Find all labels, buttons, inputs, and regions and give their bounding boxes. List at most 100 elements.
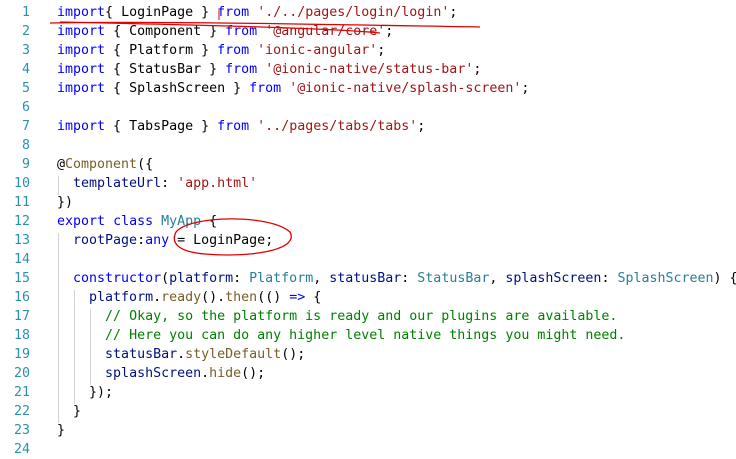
code-line[interactable]: 11}) xyxy=(0,193,736,212)
line-code: // Here you can do any higher level nati… xyxy=(57,326,625,345)
code-token: import xyxy=(57,62,106,77)
line-code: import { StatusBar } from '@ionic-native… xyxy=(57,60,481,79)
code-line[interactable]: 18 // Here you can do any higher level n… xyxy=(0,326,736,345)
code-token: ; xyxy=(385,24,394,39)
code-token: : xyxy=(137,233,146,248)
code-token: from xyxy=(217,43,250,58)
code-token: ready xyxy=(161,290,202,305)
code-token: any xyxy=(145,233,170,248)
code-line[interactable]: 8 xyxy=(0,136,736,155)
line-number: 11 xyxy=(13,195,30,210)
line-code: platform.ready().then(() => { xyxy=(57,288,321,307)
code-token: import xyxy=(57,81,106,96)
code-line[interactable]: 13 rootPage:any = LoginPage; xyxy=(0,231,736,250)
line-code: import { Component } from '@angular/core… xyxy=(57,22,393,41)
line-number: 15 xyxy=(13,271,30,286)
line-code: export class MyApp { xyxy=(57,212,217,231)
line-number: 8 xyxy=(21,138,30,153)
line-number: 17 xyxy=(13,309,30,324)
code-token: styleDefault xyxy=(185,347,282,362)
code-line[interactable]: 9 @Component({ xyxy=(0,155,736,174)
line-number: 16 xyxy=(13,290,30,305)
indent-guide xyxy=(58,176,59,195)
indent-guide xyxy=(74,290,75,404)
line-number: 12 xyxy=(13,214,30,229)
code-token: splashScreen xyxy=(105,366,202,381)
line-number: 19 xyxy=(13,347,30,362)
code-token: import xyxy=(57,24,106,39)
code-token: LoginPage xyxy=(121,5,194,20)
code-line[interactable]: 4 import { StatusBar } from '@ionic-nativ… xyxy=(0,60,736,79)
code-line[interactable]: 14 xyxy=(0,250,736,269)
code-token: . xyxy=(153,290,162,305)
code-line[interactable]: 19 statusBar.styleDefault(); xyxy=(0,345,736,364)
code-line[interactable]: 3 import { Platform } from 'ionic-angular… xyxy=(0,41,736,60)
line-code: import { Platform } from 'ionic-angular'… xyxy=(57,41,385,60)
code-line[interactable]: 17 // Okay, so the platform is ready and… xyxy=(0,307,736,326)
code-editor[interactable]: 1 import{ LoginPage } from './../pages/lo… xyxy=(0,0,736,457)
code-token: } xyxy=(57,404,82,419)
code-token: 'ionic-angular' xyxy=(257,43,378,58)
line-number: 6 xyxy=(21,100,30,115)
code-token: }) xyxy=(57,195,74,210)
code-token: (() xyxy=(257,290,290,305)
code-token: from xyxy=(217,119,250,134)
line-number: 7 xyxy=(21,119,30,134)
line-code: splashScreen.hide(); xyxy=(57,364,265,383)
line-code: rootPage:any = LoginPage; xyxy=(57,231,273,250)
code-token: { Platform } xyxy=(105,43,218,58)
code-line[interactable]: 12 export class MyApp { xyxy=(0,212,736,231)
code-token: SplashScreen xyxy=(617,271,714,286)
code-token: : xyxy=(601,271,618,286)
line-number: 4 xyxy=(21,62,30,77)
line-code: templateUrl: 'app.html' xyxy=(57,174,257,193)
line-number: 3 xyxy=(21,43,30,58)
line-code: }); xyxy=(57,383,113,402)
line-number: 22 xyxy=(13,404,30,419)
code-line[interactable]: 21 }); xyxy=(0,383,736,402)
code-line[interactable]: 23} xyxy=(0,421,736,440)
code-token: class xyxy=(113,214,154,229)
code-line[interactable]: 20 splashScreen.hide(); xyxy=(0,364,736,383)
code-token: ) { xyxy=(713,271,736,286)
code-line[interactable]: 15 constructor(platform: Platform, statu… xyxy=(0,269,736,288)
code-token: Platform xyxy=(249,271,314,286)
code-token: constructor xyxy=(73,271,162,286)
code-token: ; xyxy=(473,62,482,77)
code-line[interactable]: 24 xyxy=(0,440,736,459)
line-code: import{ LoginPage } from './../pages/log… xyxy=(57,3,457,22)
code-token: ; xyxy=(377,43,386,58)
code-token: = xyxy=(169,233,194,248)
code-token: statusBar xyxy=(329,271,402,286)
code-line[interactable]: 22 } xyxy=(0,402,736,421)
code-token: { StatusBar } xyxy=(105,62,226,77)
code-token: : xyxy=(161,176,178,191)
line-number: 23 xyxy=(13,423,30,438)
code-line[interactable]: 16 platform.ready().then(() => { xyxy=(0,288,736,307)
code-token: . xyxy=(177,347,186,362)
code-line[interactable]: 1 import{ LoginPage } from './../pages/lo… xyxy=(0,3,736,22)
code-token: MyApp xyxy=(161,214,202,229)
line-code: @Component({ xyxy=(57,155,153,174)
code-token: LoginPage xyxy=(193,233,266,248)
code-token: splashScreen xyxy=(505,271,602,286)
code-line[interactable]: 6 xyxy=(0,98,736,117)
code-token: from xyxy=(225,24,258,39)
code-token: { xyxy=(105,5,122,20)
code-line[interactable]: 7 import { TabsPage } from '../pages/tabs… xyxy=(0,117,736,136)
code-line[interactable]: 2 import { Component } from '@angular/cor… xyxy=(0,22,736,41)
code-token: ; xyxy=(521,81,530,96)
code-line[interactable]: 5 import { SplashScreen } from '@ionic-na… xyxy=(0,79,736,98)
code-line[interactable]: 10 templateUrl: 'app.html' xyxy=(0,174,736,193)
line-number: 2 xyxy=(21,24,30,39)
code-token: import xyxy=(57,43,106,58)
